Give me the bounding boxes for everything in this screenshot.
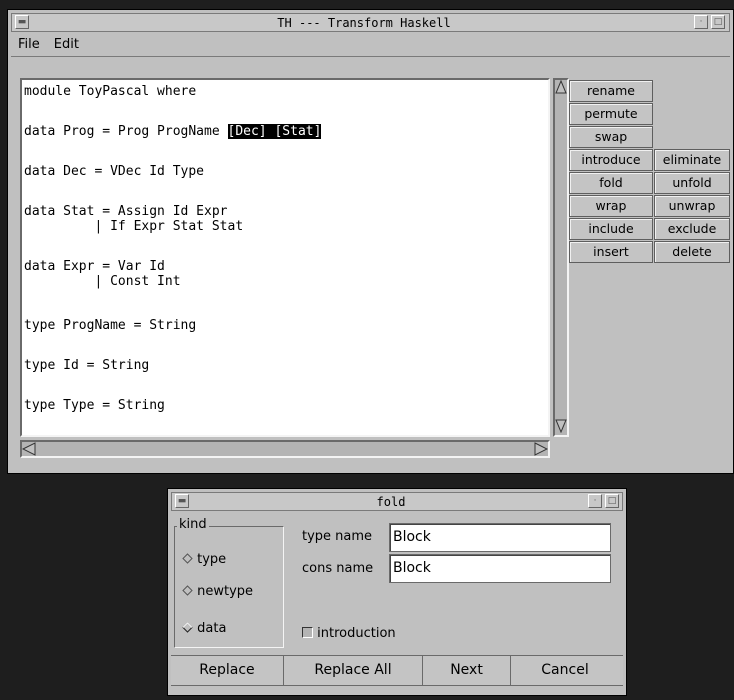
code-line-3: data Dec = VDec Id Type xyxy=(24,164,205,179)
cons-name-label: cons name xyxy=(302,561,374,576)
code-line-5: | If Expr Stat Stat xyxy=(24,219,244,234)
swap-button[interactable]: swap xyxy=(569,126,653,148)
fold-dialog: ▬ fold · □ kind type newtype data type n… xyxy=(167,488,627,696)
menu-file[interactable]: File xyxy=(11,34,47,56)
type-name-label: type name xyxy=(302,529,373,544)
checkbox-icon xyxy=(302,627,313,638)
dialog-title-bar[interactable]: ▬ fold · □ xyxy=(171,492,623,511)
replace-button[interactable]: Replace xyxy=(171,656,284,685)
cons-name-field[interactable]: Block xyxy=(389,554,611,583)
code-selection[interactable]: [Dec] [Stat] xyxy=(227,124,322,139)
code-line-1: module ToyPascal where xyxy=(24,84,197,99)
menu-bar: File Edit xyxy=(11,34,730,57)
dialog-minimize-icon[interactable]: · xyxy=(588,494,602,508)
fold-button[interactable]: fold xyxy=(569,172,653,194)
scroll-left-arrow-icon[interactable] xyxy=(22,442,36,456)
code-line-9: type Id = String xyxy=(24,358,150,373)
radio-type-label: type xyxy=(197,552,227,567)
insert-button[interactable]: insert xyxy=(569,241,653,263)
permute-button[interactable]: permute xyxy=(569,103,653,125)
rename-button[interactable]: rename xyxy=(569,80,653,102)
menu-edit[interactable]: Edit xyxy=(47,34,86,56)
scroll-up-arrow-icon[interactable] xyxy=(555,80,567,94)
kind-label: kind xyxy=(177,517,209,532)
radio-newtype-label: newtype xyxy=(197,584,254,599)
scroll-down-arrow-icon[interactable] xyxy=(555,419,567,433)
unwrap-button[interactable]: unwrap xyxy=(654,195,730,217)
minimize-icon[interactable]: · xyxy=(694,15,708,29)
vertical-scrollbar[interactable] xyxy=(553,78,569,437)
code-line-8: type ProgName = String xyxy=(24,318,197,333)
introduction-checkbox[interactable]: introduction xyxy=(302,626,396,641)
code-line-10: type Type = String xyxy=(24,398,165,413)
radio-data-label: data xyxy=(197,621,227,636)
wrap-button[interactable]: wrap xyxy=(569,195,653,217)
delete-button[interactable]: delete xyxy=(654,241,730,263)
code-line-7: | Const Int xyxy=(24,274,181,289)
eliminate-button[interactable]: eliminate xyxy=(654,149,730,171)
code-line-6: data Expr = Var Id xyxy=(24,259,165,274)
title-bar[interactable]: ▬ TH --- Transform Haskell · □ xyxy=(11,13,730,32)
main-window: ▬ TH --- Transform Haskell · □ File Edit … xyxy=(7,9,734,474)
replace-all-button[interactable]: Replace All xyxy=(284,656,423,685)
radio-diamond-icon xyxy=(182,585,193,596)
radio-newtype[interactable]: newtype xyxy=(182,584,253,599)
window-menu-icon[interactable]: ▬ xyxy=(15,15,29,29)
window-title: TH --- Transform Haskell xyxy=(277,16,451,30)
radio-diamond-selected-icon xyxy=(182,622,193,633)
next-button[interactable]: Next xyxy=(423,656,511,685)
dialog-maximize-icon[interactable]: □ xyxy=(605,494,619,508)
dialog-button-bar: Replace Replace All Next Cancel xyxy=(171,655,623,686)
radio-type[interactable]: type xyxy=(182,552,226,567)
code-line-4: data Stat = Assign Id Expr xyxy=(24,204,228,219)
type-name-field[interactable]: Block xyxy=(389,523,611,552)
unfold-button[interactable]: unfold xyxy=(654,172,730,194)
scroll-right-arrow-icon[interactable] xyxy=(534,442,548,456)
include-button[interactable]: include xyxy=(569,218,653,240)
code-line-2: data Prog = Prog ProgName [Dec] [Stat] xyxy=(24,124,322,139)
maximize-icon[interactable]: □ xyxy=(711,15,725,29)
exclude-button[interactable]: exclude xyxy=(654,218,730,240)
dialog-title: fold xyxy=(376,495,406,509)
radio-data[interactable]: data xyxy=(182,621,226,636)
introduction-label: introduction xyxy=(317,626,396,641)
dialog-menu-icon[interactable]: ▬ xyxy=(175,494,189,508)
code-editor[interactable]: module ToyPascal where data Prog = Prog … xyxy=(20,78,550,437)
cancel-button[interactable]: Cancel xyxy=(511,656,619,685)
introduce-button[interactable]: introduce xyxy=(569,149,653,171)
radio-diamond-icon xyxy=(182,553,193,564)
horizontal-scrollbar[interactable] xyxy=(20,440,550,458)
code-line-2-text: data Prog = Prog ProgName xyxy=(24,124,228,139)
